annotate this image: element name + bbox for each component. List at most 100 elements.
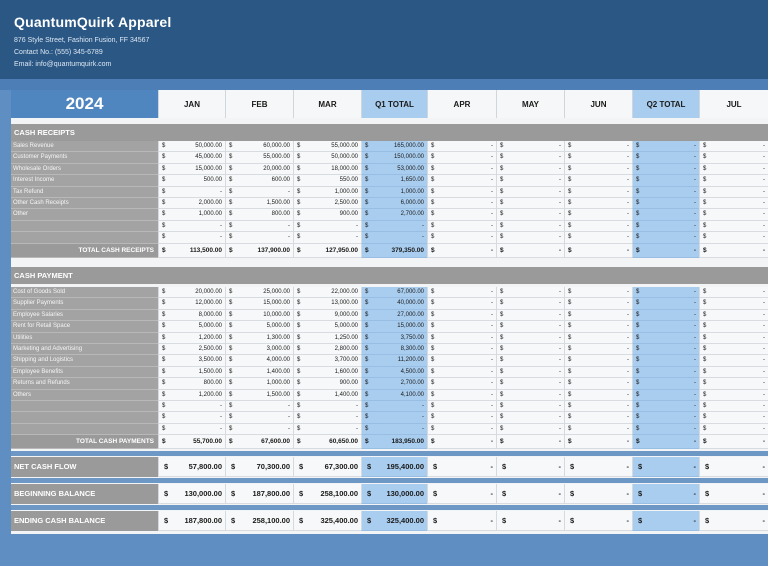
- value-cell[interactable]: $5,000.00: [225, 321, 293, 333]
- value-cell[interactable]: $45,000.00: [158, 152, 225, 164]
- value-cell[interactable]: $20,000.00: [225, 163, 293, 176]
- value-cell[interactable]: $127,950.00: [293, 243, 361, 258]
- value-cell[interactable]: $900.00: [293, 209, 361, 221]
- value-cell[interactable]: $ -: [496, 355, 564, 367]
- value-cell[interactable]: $60,650.00: [293, 435, 361, 450]
- value-cell[interactable]: $ -: [699, 332, 768, 344]
- value-cell[interactable]: $ -: [632, 309, 699, 322]
- value-cell[interactable]: $ -: [632, 198, 699, 210]
- value-cell[interactable]: $ -: [564, 378, 632, 390]
- value-cell[interactable]: $1,500.00: [225, 198, 293, 210]
- value-cell[interactable]: $ -: [496, 152, 564, 164]
- value-cell[interactable]: $12,000.00: [158, 298, 225, 310]
- value-cell[interactable]: $ -: [564, 412, 632, 424]
- value-cell[interactable]: $1,300.00: [225, 332, 293, 344]
- value-cell[interactable]: $ -: [632, 243, 699, 258]
- value-cell[interactable]: $ -: [699, 366, 768, 379]
- value-cell[interactable]: $ -: [496, 366, 564, 379]
- value-cell[interactable]: $2,500.00: [158, 344, 225, 356]
- value-cell[interactable]: $1,000.00: [361, 186, 427, 198]
- value-cell[interactable]: $ -: [632, 163, 699, 176]
- value-cell[interactable]: $ -: [427, 209, 496, 221]
- value-cell[interactable]: $ -: [158, 401, 225, 413]
- value-cell[interactable]: $50,000.00: [293, 152, 361, 164]
- value-cell[interactable]: $ -: [427, 378, 496, 390]
- value-cell[interactable]: $55,000.00: [293, 141, 361, 153]
- value-cell[interactable]: $ -: [699, 287, 768, 299]
- value-cell[interactable]: $1,000.00: [158, 209, 225, 221]
- value-cell[interactable]: $ -: [564, 287, 632, 299]
- value-cell[interactable]: $ -: [699, 141, 768, 153]
- value-cell[interactable]: $5,000.00: [158, 321, 225, 333]
- value-cell[interactable]: $900.00: [293, 378, 361, 390]
- value-cell[interactable]: $ -: [564, 366, 632, 379]
- value-cell[interactable]: $1,000.00: [225, 378, 293, 390]
- value-cell[interactable]: $20,000.00: [158, 287, 225, 299]
- value-cell[interactable]: $ -: [632, 175, 699, 187]
- value-cell[interactable]: $ -: [427, 366, 496, 379]
- value-cell[interactable]: $ -: [427, 163, 496, 176]
- value-cell[interactable]: $5,000.00: [293, 321, 361, 333]
- value-cell[interactable]: $ -: [632, 457, 699, 477]
- value-cell[interactable]: $ -: [564, 152, 632, 164]
- value-cell[interactable]: $ -: [225, 186, 293, 198]
- value-cell[interactable]: $ -: [427, 344, 496, 356]
- value-cell[interactable]: $2,700.00: [361, 378, 427, 390]
- value-cell[interactable]: $ -: [699, 435, 768, 450]
- value-cell[interactable]: $ -: [632, 141, 699, 153]
- value-cell[interactable]: $ -: [496, 175, 564, 187]
- value-cell[interactable]: $379,350.00: [361, 243, 427, 258]
- value-cell[interactable]: $8,000.00: [158, 309, 225, 322]
- value-cell[interactable]: $3,000.00: [225, 344, 293, 356]
- value-cell[interactable]: $1,500.00: [225, 389, 293, 401]
- value-cell[interactable]: $ -: [427, 355, 496, 367]
- value-cell[interactable]: $187,800.00: [158, 511, 225, 531]
- value-cell[interactable]: $ -: [564, 209, 632, 221]
- value-cell[interactable]: $ -: [632, 401, 699, 413]
- value-cell[interactable]: $ -: [632, 412, 699, 424]
- value-cell[interactable]: $ -: [632, 378, 699, 390]
- value-cell[interactable]: $ -: [361, 412, 427, 424]
- value-cell[interactable]: $9,000.00: [293, 309, 361, 322]
- value-cell[interactable]: $ -: [564, 435, 632, 450]
- value-cell[interactable]: $195,400.00: [361, 457, 427, 477]
- value-cell[interactable]: $ -: [699, 344, 768, 356]
- value-cell[interactable]: $ -: [496, 321, 564, 333]
- value-cell[interactable]: $ -: [632, 423, 699, 436]
- value-cell[interactable]: $2,700.00: [361, 209, 427, 221]
- value-cell[interactable]: $ -: [564, 186, 632, 198]
- value-cell[interactable]: $ -: [632, 220, 699, 233]
- value-cell[interactable]: $ -: [699, 412, 768, 424]
- value-cell[interactable]: $ -: [632, 232, 699, 244]
- value-cell[interactable]: $ -: [632, 186, 699, 198]
- value-cell[interactable]: $165,000.00: [361, 141, 427, 153]
- value-cell[interactable]: $ -: [361, 401, 427, 413]
- value-cell[interactable]: $ -: [699, 298, 768, 310]
- value-cell[interactable]: $67,600.00: [225, 435, 293, 450]
- value-cell[interactable]: $ -: [699, 378, 768, 390]
- value-cell[interactable]: $325,400.00: [361, 511, 427, 531]
- value-cell[interactable]: $150,000.00: [361, 152, 427, 164]
- value-cell[interactable]: $ -: [632, 484, 699, 504]
- value-cell[interactable]: $ -: [564, 511, 632, 531]
- value-cell[interactable]: $1,600.00: [293, 366, 361, 379]
- value-cell[interactable]: $ -: [427, 198, 496, 210]
- value-cell[interactable]: $ -: [361, 220, 427, 233]
- value-cell[interactable]: $22,000.00: [293, 287, 361, 299]
- value-cell[interactable]: $ -: [632, 355, 699, 367]
- value-cell[interactable]: $ -: [427, 435, 496, 450]
- value-cell[interactable]: $ -: [564, 220, 632, 233]
- value-cell[interactable]: $ -: [496, 309, 564, 322]
- value-cell[interactable]: $ -: [699, 220, 768, 233]
- value-cell[interactable]: $258,100.00: [225, 511, 293, 531]
- value-cell[interactable]: $55,000.00: [225, 152, 293, 164]
- value-cell[interactable]: $ -: [632, 321, 699, 333]
- value-cell[interactable]: $325,400.00: [293, 511, 361, 531]
- value-cell[interactable]: $ -: [427, 298, 496, 310]
- value-cell[interactable]: $ -: [632, 209, 699, 221]
- value-cell[interactable]: $ -: [496, 332, 564, 344]
- value-cell[interactable]: $ -: [225, 232, 293, 244]
- value-cell[interactable]: $ -: [632, 366, 699, 379]
- value-cell[interactable]: $15,000.00: [361, 321, 427, 333]
- value-cell[interactable]: $ -: [496, 401, 564, 413]
